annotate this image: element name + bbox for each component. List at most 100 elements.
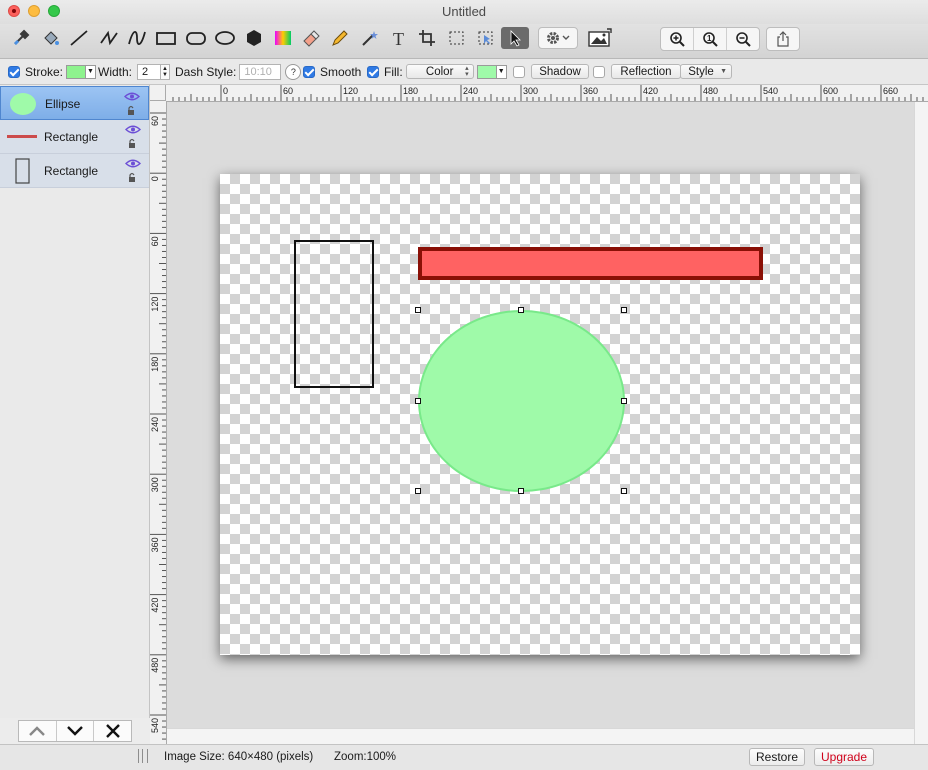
zoom-out-button[interactable] [726,28,759,50]
marquee-select-tool[interactable] [444,27,470,49]
vertical-scrollbar[interactable] [914,102,928,744]
resize-handle-bottom[interactable] [518,488,524,494]
resize-handle-top-left[interactable] [415,307,421,313]
eraser-tool[interactable] [298,27,324,49]
object-select-icon [478,31,493,45]
share-control [766,27,800,51]
image-export-button[interactable] [586,27,614,49]
updown-chevron-icon: ▴ ▾ [465,64,469,78]
rectangle-icon [156,32,176,45]
width-field[interactable]: 2 [137,63,162,80]
fill-checkbox[interactable] [367,65,379,78]
layer-row-rectangle[interactable]: Rectangle [0,154,149,188]
share-button[interactable] [767,28,799,50]
resize-handle-top[interactable] [518,307,524,313]
arrow-pointer-icon [510,30,521,47]
layer-row-rectangle[interactable]: Rectangle [0,120,149,154]
lock-icon[interactable] [127,105,135,115]
smooth-label: Smooth [320,64,362,79]
eyedropper-tool[interactable] [8,27,34,49]
reflection-button[interactable]: Reflection [611,64,681,79]
settings-menu-button[interactable] [538,27,578,49]
actual-size-button[interactable]: 1 [693,28,726,50]
gradient-tool[interactable] [270,27,296,49]
stroke-color-well[interactable]: ▼ [66,64,97,79]
object-select-tool[interactable] [473,27,499,49]
crop-tool[interactable] [415,27,441,49]
resize-handle-bottom-right[interactable] [621,488,627,494]
restore-button[interactable]: Restore [749,748,805,766]
lock-icon[interactable] [128,172,136,182]
eye-icon[interactable] [125,159,141,168]
eye-icon[interactable] [124,92,140,101]
polygon-tool[interactable] [241,27,267,49]
ellipse-icon [215,31,235,45]
ruler-label: 240 [150,417,160,432]
green-ellipse-shape[interactable] [418,310,625,492]
curve-tool[interactable] [124,27,150,49]
fill-type-popup[interactable]: Color ▴ ▾ [405,64,474,79]
fill-color-well[interactable]: ▼ [476,64,507,79]
resize-handle-left[interactable] [415,398,421,404]
ruler-label: 480 [150,658,160,673]
shadow-checkbox[interactable] [513,65,525,78]
dash-style-option: Dash Style: 10:10 ? [175,59,302,84]
resize-handle-bottom-left[interactable] [415,488,421,494]
layer-row-ellipse[interactable]: Ellipse [0,86,149,120]
ruler-label: 120 [150,297,160,312]
upgrade-button[interactable]: Upgrade [814,748,874,766]
ruler-label: 240 [463,86,478,96]
rounded-rectangle-icon [186,32,206,45]
resize-handle-right[interactable] [621,398,627,404]
gradient-icon [275,31,291,45]
reflection-checkbox[interactable] [593,65,605,78]
eye-icon[interactable] [125,125,141,134]
rounded-rectangle-tool[interactable] [183,27,209,49]
minimize-window-button[interactable] [28,5,40,17]
rectangle-tool[interactable] [153,27,179,49]
text-tool[interactable]: T [386,27,412,49]
move-layer-up-button[interactable] [19,721,56,741]
dash-style-field[interactable]: 10:10 [239,63,282,80]
lock-icon[interactable] [128,138,136,148]
zoom-in-button[interactable] [661,28,693,50]
ruler-label: 600 [823,86,838,96]
fill-color-swatch [477,65,496,78]
polyline-tool[interactable] [96,27,122,49]
smooth-checkbox[interactable] [303,65,315,78]
stroke-checkbox[interactable] [8,65,20,78]
panel-resize-grip[interactable] [138,749,148,763]
ruler-label: 540 [150,718,160,733]
line-tool[interactable] [66,27,92,49]
window-title: Untitled [441,4,487,19]
close-window-button[interactable] [8,5,20,17]
pencil-tool[interactable] [327,27,353,49]
fill-bucket-tool[interactable] [38,27,64,49]
width-stepper[interactable]: ▲ ▼ [161,63,171,80]
pointer-tool[interactable] [501,27,529,49]
red-bar-rectangle-shape[interactable] [418,247,763,280]
polyline-icon [100,30,118,46]
svg-text:1: 1 [707,34,712,43]
ellipse-tool[interactable] [212,27,238,49]
ruler-label: 540 [763,86,778,96]
shadow-button[interactable]: Shadow [531,64,589,79]
ruler-label: 60 [150,236,160,246]
magic-wand-tool[interactable] [357,27,383,49]
move-layer-down-button[interactable] [55,721,94,741]
help-button[interactable]: ? [285,63,302,80]
fill-option: Fill: Color ▴ ▾ ▼ [367,59,507,84]
main-toolbar: T 1 [0,24,928,59]
delete-layer-button[interactable] [93,721,131,741]
fill-label: Fill: [384,64,403,79]
outline-rectangle-shape[interactable] [294,240,374,388]
status-bar: Image Size: 640×480 (pixels) Zoom:100% R… [0,744,928,770]
zoom-window-button[interactable] [48,5,60,17]
resize-handle-top-right[interactable] [621,307,627,313]
style-popup[interactable]: Style ▼ [680,64,732,79]
smooth-option: Smooth [303,59,361,84]
pencil-icon [332,30,348,46]
horizontal-ruler-ticks: 0 60 120 180 240 300 360 420 480 540 600 660 [172,85,924,101]
line-icon [70,30,88,46]
horizontal-scrollbar[interactable] [167,728,914,745]
